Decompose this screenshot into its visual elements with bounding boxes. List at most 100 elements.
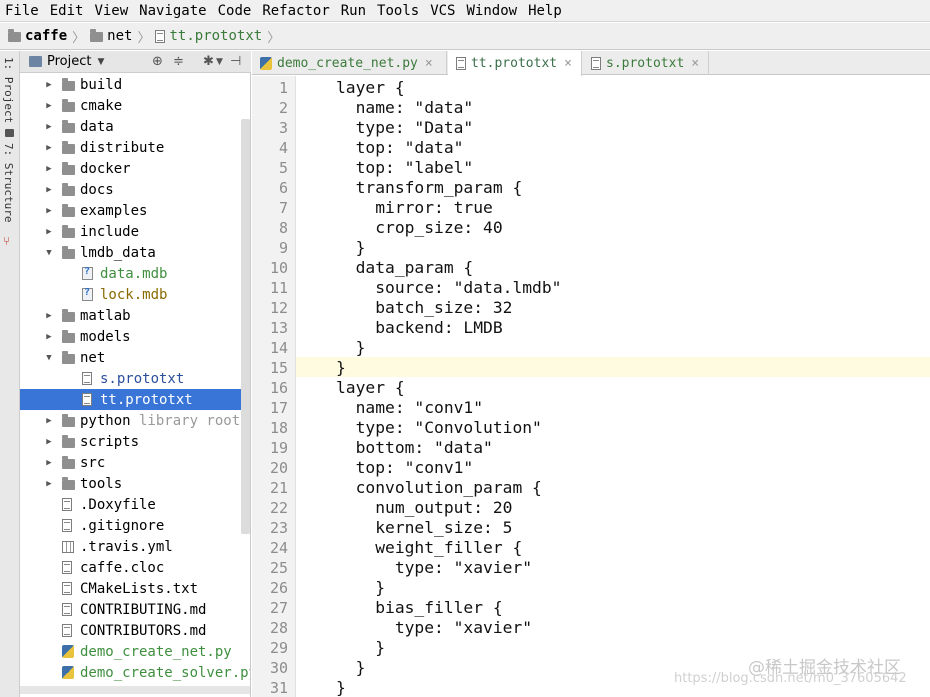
menu-window[interactable]: Window — [462, 0, 524, 22]
menu-help[interactable]: Help — [523, 0, 568, 22]
tree-file[interactable]: CONTRIBUTORS.md — [20, 620, 250, 641]
tree-folder-tools[interactable]: ▶ tools — [20, 473, 250, 494]
tree-folder-docs[interactable]: ▶ docs — [20, 179, 250, 200]
code-editor[interactable]: 1 layer {2 name: "data" 3 type: "Data" 4 to… — [252, 76, 930, 697]
tree-folder-matlab[interactable]: ▶ matlab — [20, 305, 250, 326]
collapse-arrow-icon[interactable]: ▶ — [44, 311, 54, 321]
chevron-down-icon[interactable]: ▼ — [97, 57, 104, 67]
chevron-down-icon[interactable]: ▼ — [216, 51, 223, 73]
tree-file[interactable]: demo_create_net.py — [20, 641, 250, 662]
menu-navigate[interactable]: Navigate — [134, 0, 212, 22]
tree-horizontal-scrollbar[interactable] — [20, 686, 250, 694]
tree-folder-src[interactable]: ▶ src — [20, 452, 250, 473]
tree-item-label: build — [80, 76, 123, 93]
tree-file[interactable]: tt.prototxt — [20, 389, 250, 410]
tree-file[interactable]: data.mdb — [20, 263, 250, 284]
tree-file[interactable]: .Doxyfile — [20, 494, 250, 515]
tree-folder-include[interactable]: ▶ include — [20, 221, 250, 242]
tree-item-label: lmdb_data — [80, 244, 156, 261]
hide-panel-icon[interactable]: ⊣ — [230, 51, 241, 73]
close-icon[interactable]: × — [564, 56, 572, 71]
collapse-arrow-icon[interactable]: ▶ — [44, 206, 54, 216]
tree-item-label: matlab — [80, 307, 131, 324]
collapse-arrow-icon[interactable]: ▶ — [44, 416, 54, 426]
tree-file[interactable]: caffe.cloc — [20, 557, 250, 578]
tree-file[interactable]: CMakeLists.txt — [20, 578, 250, 599]
code-line: type: "xavier" — [336, 618, 533, 637]
line-number: 1 — [278, 79, 288, 97]
collapse-arrow-icon[interactable]: ▶ — [44, 437, 54, 447]
line-number: 30 — [269, 659, 288, 677]
line-number: 5 — [278, 159, 288, 177]
menu-run[interactable]: Run — [336, 0, 372, 22]
collapse-arrow-icon[interactable]: ▶ — [44, 185, 54, 195]
locate-icon[interactable]: ⊕ — [152, 51, 163, 73]
line-number: 11 — [269, 279, 288, 297]
project-tool-tab[interactable]: 1: Project — [2, 57, 15, 123]
python-file-icon — [62, 645, 74, 658]
gear-icon[interactable]: ✱ — [203, 51, 214, 73]
tree-folder-python[interactable]: ▶ python library root — [20, 410, 250, 431]
menu-view[interactable]: View — [89, 0, 134, 22]
tree-folder-docker[interactable]: ▶ docker — [20, 158, 250, 179]
python-file-icon — [62, 666, 74, 679]
expand-arrow-icon[interactable]: ▼ — [44, 248, 54, 258]
tab-demo-create-net-py[interactable]: demo_create_net.py × — [252, 51, 447, 75]
menu-vcs[interactable]: VCS — [425, 0, 461, 22]
breadcrumb-item[interactable]: tt.prototxt — [155, 23, 262, 50]
tree-folder-cmake[interactable]: ▶ cmake — [20, 95, 250, 116]
chevron-right-icon: 〉 — [72, 30, 86, 46]
menu-code[interactable]: Code — [213, 0, 258, 22]
vcs-icon[interactable]: ⑂ — [3, 234, 10, 248]
tree-file[interactable]: demo_create_solver.py — [20, 662, 250, 683]
tree-file[interactable]: CONTRIBUTING.md — [20, 599, 250, 620]
code-line: kernel_size: 5 — [336, 518, 513, 537]
tree-folder-build[interactable]: ▶ build — [20, 74, 250, 95]
menu-file[interactable]: File — [0, 0, 45, 22]
collapse-arrow-icon[interactable]: ▶ — [44, 458, 54, 468]
collapse-arrow-icon[interactable]: ▶ — [44, 164, 54, 174]
collapse-all-icon[interactable]: ≑ — [173, 51, 184, 73]
collapse-arrow-icon[interactable]: ▶ — [44, 227, 54, 237]
collapse-arrow-icon[interactable]: ▶ — [44, 332, 54, 342]
tree-file[interactable]: lock.mdb — [20, 284, 250, 305]
tree-folder-examples[interactable]: ▶ examples — [20, 200, 250, 221]
collapse-arrow-icon[interactable]: ▶ — [44, 122, 54, 132]
tab-tt-prototxt[interactable]: tt.prototxt × — [448, 51, 582, 76]
tree-folder-scripts[interactable]: ▶ scripts — [20, 431, 250, 452]
tree-folder-data[interactable]: ▶ data — [20, 116, 250, 137]
folder-icon — [62, 413, 75, 427]
tree-folder-lmdb_data[interactable]: ▼ lmdb_data — [20, 242, 250, 263]
terminal-icon[interactable] — [5, 129, 14, 137]
breadcrumb-item[interactable]: net — [90, 23, 132, 50]
tree-scrollbar[interactable] — [241, 119, 250, 534]
structure-tool-tab[interactable]: 7: Structure — [2, 143, 15, 223]
close-icon[interactable]: × — [425, 56, 433, 71]
tree-item-label: s.prototxt — [100, 370, 185, 387]
code-line: type: "xavier" — [336, 558, 533, 577]
folder-icon — [62, 329, 75, 343]
navigation-bar: caffe 〉 net 〉 tt.prototxt 〉 — [0, 23, 930, 50]
project-panel-title[interactable]: Project — [47, 54, 91, 69]
close-icon[interactable]: × — [691, 56, 699, 71]
collapse-arrow-icon[interactable]: ▶ — [44, 80, 54, 90]
line-number: 8 — [278, 219, 288, 237]
collapse-arrow-icon[interactable]: ▶ — [44, 479, 54, 489]
menu-tools[interactable]: Tools — [372, 0, 425, 22]
tab-label: s.prototxt — [606, 55, 685, 71]
expand-arrow-icon[interactable]: ▼ — [44, 353, 54, 363]
collapse-arrow-icon[interactable]: ▶ — [44, 101, 54, 111]
menu-refactor[interactable]: Refactor — [257, 0, 335, 22]
tab-s-prototxt[interactable]: s.prototxt × — [583, 51, 709, 75]
tree-file[interactable]: s.prototxt — [20, 368, 250, 389]
breadcrumb-item[interactable]: caffe — [8, 23, 67, 50]
tree-folder-distribute[interactable]: ▶ distribute — [20, 137, 250, 158]
line-number: 16 — [269, 379, 288, 397]
line-number: 6 — [278, 179, 288, 197]
menu-edit[interactable]: Edit — [45, 0, 90, 22]
tree-folder-net[interactable]: ▼ net — [20, 347, 250, 368]
tree-folder-models[interactable]: ▶ models — [20, 326, 250, 347]
collapse-arrow-icon[interactable]: ▶ — [44, 143, 54, 153]
tree-file[interactable]: .gitignore — [20, 515, 250, 536]
tree-file[interactable]: .travis.yml — [20, 536, 250, 557]
